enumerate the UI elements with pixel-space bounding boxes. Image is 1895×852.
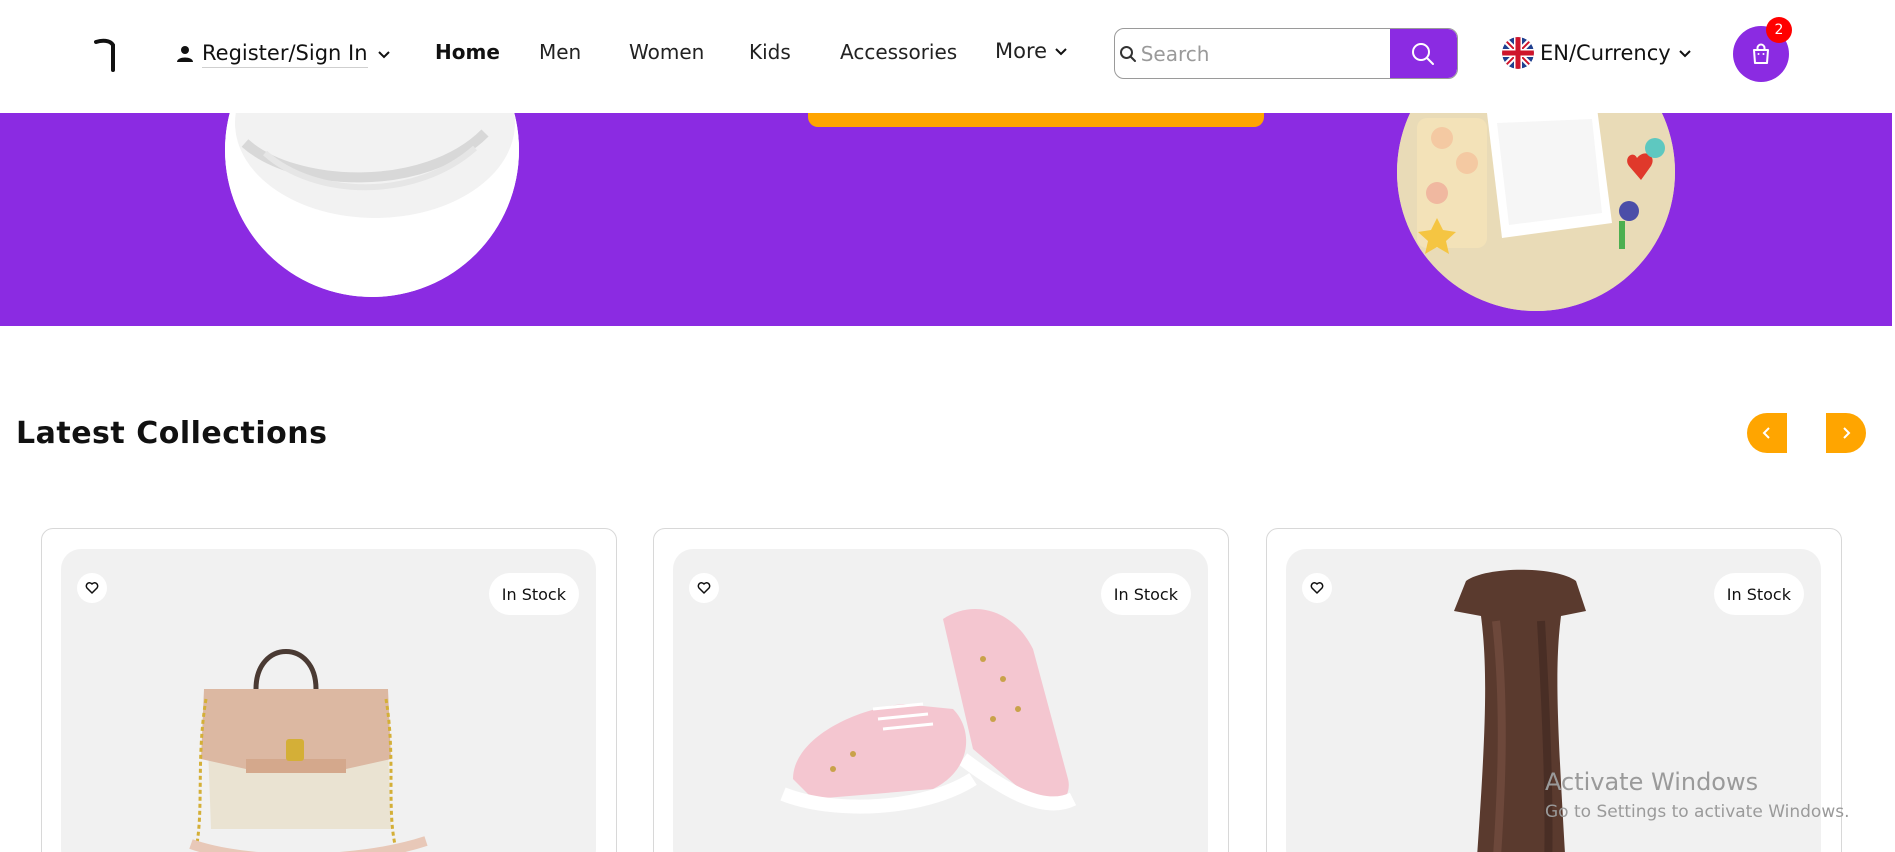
cart-count-badge: 2 [1766, 17, 1792, 43]
product-card[interactable]: In Stock [1266, 528, 1842, 852]
nav-men[interactable]: Men [539, 40, 581, 64]
hero-product-image [225, 113, 519, 297]
product-image-area[interactable]: In Stock [673, 549, 1208, 852]
carousel-next-button[interactable] [1826, 413, 1866, 453]
search-input[interactable] [1140, 29, 1390, 78]
search-icon [1412, 42, 1435, 65]
wishlist-button[interactable] [689, 573, 719, 603]
hero-image-left [225, 113, 519, 297]
product-image-area[interactable]: In Stock [61, 549, 596, 852]
nav-women[interactable]: Women [629, 40, 704, 64]
heart-icon [85, 582, 99, 594]
shopping-bag-icon [1753, 43, 1769, 64]
product-image-area[interactable]: In Stock [1286, 549, 1821, 852]
search-button[interactable] [1389, 29, 1457, 78]
section-title: Latest Collections [16, 416, 328, 451]
hero-cta-button[interactable] [808, 113, 1264, 127]
hero-kids-image [1397, 113, 1675, 311]
handbag-image [189, 649, 428, 852]
cart-button[interactable]: 2 [1733, 17, 1792, 82]
uk-flag-icon [1502, 37, 1534, 69]
carousel-prev-button[interactable] [1747, 413, 1787, 453]
hero-image-right [1397, 113, 1675, 311]
site-header: Register/Sign In Home Men Women Kids Acc… [0, 0, 1895, 113]
language-label: EN/Currency [1540, 41, 1671, 65]
logo-icon[interactable] [94, 38, 118, 72]
search-icon [1119, 45, 1136, 62]
nav-home[interactable]: Home [435, 40, 500, 64]
nav-more-label: More [995, 39, 1048, 63]
language-currency-selector[interactable]: EN/Currency [1502, 36, 1693, 70]
account-label[interactable]: Register/Sign In [202, 41, 368, 68]
nav-kids[interactable]: Kids [749, 40, 791, 64]
chevron-left-icon [1762, 427, 1770, 439]
search-bar [1114, 28, 1458, 79]
page: Register/Sign In Home Men Women Kids Acc… [0, 0, 1895, 852]
chevron-right-icon [1843, 427, 1851, 439]
sneakers-image [780, 609, 1077, 814]
product-card[interactable]: In Stock [41, 528, 617, 852]
search-field-icon [1115, 29, 1141, 78]
wishlist-button[interactable] [1302, 573, 1332, 603]
chevron-down-icon [1678, 50, 1691, 58]
stock-badge: In Stock [1713, 573, 1804, 615]
nav-accessories[interactable]: Accessories [840, 40, 957, 64]
stock-badge: In Stock [488, 573, 579, 615]
heart-icon [1310, 582, 1324, 594]
nav-more[interactable]: More [995, 39, 1069, 63]
stock-badge: In Stock [1100, 573, 1191, 615]
dress-image [1454, 569, 1586, 852]
user-icon [177, 46, 193, 62]
account-menu[interactable]: Register/Sign In [176, 38, 392, 70]
heart-icon [697, 582, 711, 594]
wishlist-button[interactable] [77, 573, 107, 603]
chevron-down-icon [377, 51, 390, 59]
product-card[interactable]: In Stock [653, 528, 1229, 852]
hero-banner [0, 113, 1892, 326]
chevron-down-icon [1055, 48, 1067, 56]
